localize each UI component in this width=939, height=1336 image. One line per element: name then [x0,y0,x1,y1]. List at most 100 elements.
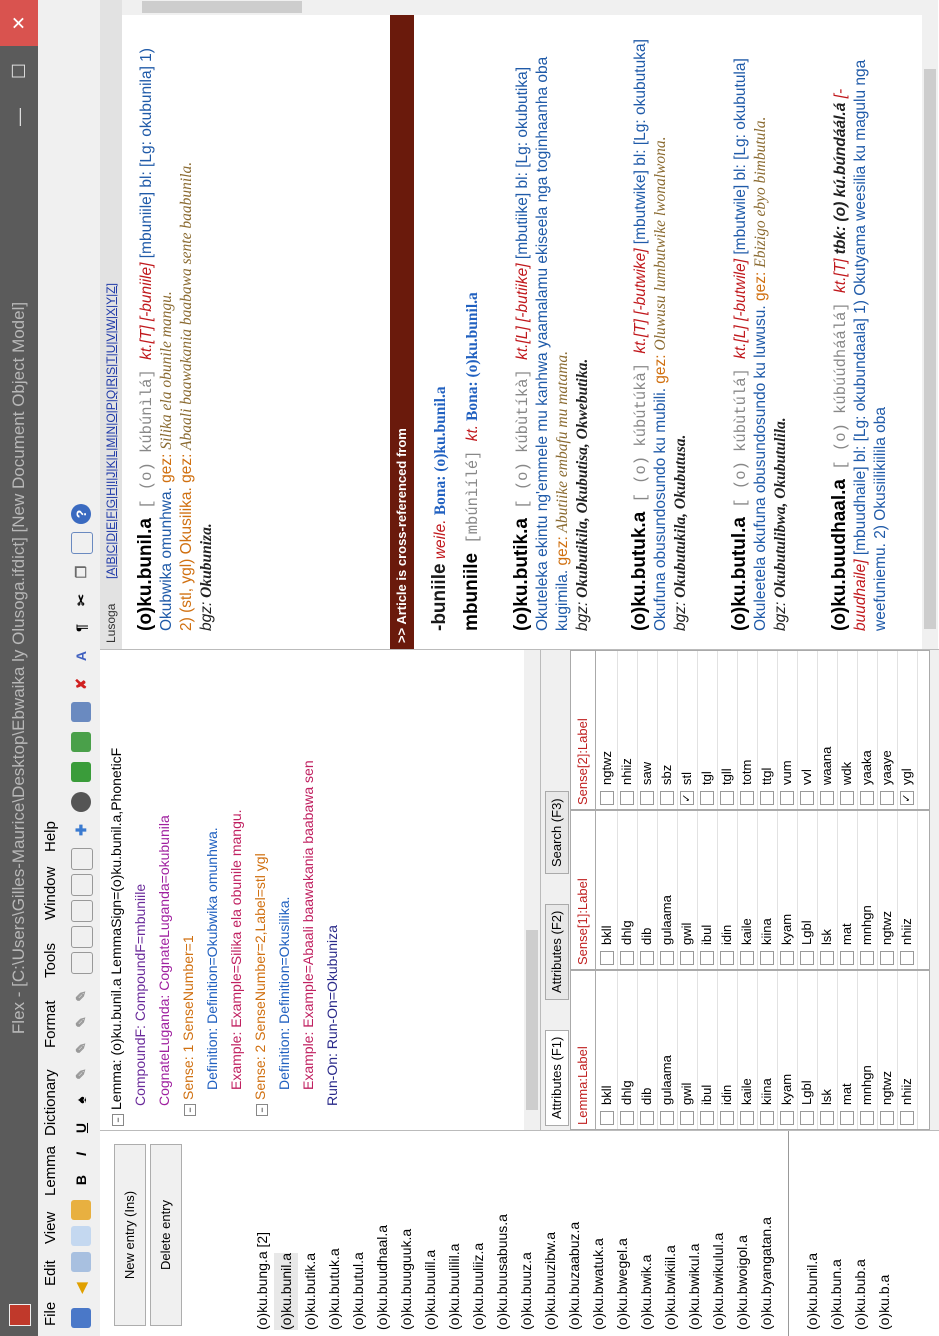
grid-row[interactable]: kyam [777,811,798,969]
row-checkbox[interactable] [820,951,834,965]
entry-list-item[interactable]: (o)ku.bwikiil.a [658,1245,682,1330]
menu-file[interactable]: File [42,1302,59,1326]
entry-list-item[interactable]: (o)ku.buulilil.a [442,1244,466,1330]
row-checkbox[interactable] [840,951,854,965]
menu-dictionary[interactable]: Dictionary [42,1069,59,1136]
plus-icon[interactable]: ✚ [71,820,91,840]
grid-row[interactable]: nhiiz [897,811,918,969]
entry-list-item[interactable]: (o)ku.buuliiz.a [466,1243,490,1330]
row-checkbox[interactable] [640,1111,654,1125]
row-checkbox[interactable] [700,951,714,965]
row-checkbox[interactable] [660,1111,674,1125]
grid-row[interactable]: waana [817,651,838,809]
tree-hscrollbar[interactable] [524,650,540,1130]
binoculars-icon[interactable]: ♠ [71,1090,91,1110]
grid-row[interactable]: bkll [597,971,618,1129]
row-checkbox[interactable] [800,791,814,805]
entry-list-item[interactable]: (o)ku.bwikul.a [682,1244,706,1330]
grid-icon[interactable] [71,1252,91,1272]
grid-row[interactable]: ngtwz [877,971,898,1129]
grid-row[interactable]: idin [717,811,738,969]
grid-row[interactable]: tgl [697,651,718,809]
box5-icon[interactable] [71,848,93,870]
tab-search-f3[interactable]: Search (F3) [545,791,569,874]
row-checkbox[interactable] [640,951,654,965]
delete-entry-button[interactable]: Delete entry [150,1144,182,1326]
tab-attributes-f1[interactable]: Attributes (F1) [545,1029,569,1126]
row-checkbox[interactable] [760,1111,774,1125]
menu-view[interactable]: View [42,1212,59,1244]
grid-row[interactable]: yaaka [857,651,878,809]
entry-list-item[interactable]: (o)ku.bub.a [848,1259,872,1330]
row-checkbox[interactable] [740,791,754,805]
entry-list-item[interactable]: (o)ku.bunil.a [274,1252,298,1330]
grid-row[interactable]: dhlg [617,811,638,969]
grid-row[interactable]: mat [837,811,858,969]
xref-link[interactable]: Bona: (o)ku.bunil.a [464,292,481,425]
grid-row[interactable]: ✓ ygl [897,651,918,809]
menu-format[interactable]: Format [42,1000,59,1048]
row-checkbox[interactable] [900,951,914,965]
row-checkbox[interactable] [620,951,634,965]
grid-row[interactable]: saw [637,651,658,809]
pen3-icon[interactable]: ✎ [71,1012,91,1032]
grid-row[interactable]: ttgl [757,651,778,809]
entry-list-item[interactable]: (o)ku.buuguuk.a [394,1229,418,1330]
entry-list-item[interactable]: (o)ku.byangatan.a [754,1217,778,1330]
grid-row[interactable]: gulaama [657,971,678,1129]
maximize-button[interactable]: ☐ [0,48,38,94]
menu-lemma[interactable]: Lemma [42,1146,59,1196]
book-icon[interactable] [71,1200,91,1220]
row-checkbox[interactable] [700,791,714,805]
row-checkbox[interactable] [740,1111,754,1125]
article-hscrollbar[interactable] [922,0,938,649]
entry-list-item[interactable]: (o)ku.bwoigol.a [730,1235,754,1330]
menu-tools[interactable]: Tools [42,943,59,978]
row-checkbox[interactable] [800,1111,814,1125]
close-button[interactable]: ✕ [0,0,38,46]
grid-row[interactable]: mnhgn [857,811,878,969]
row-checkbox[interactable] [880,791,894,805]
entry-list-item[interactable]: (o)ku.buuz.a [514,1252,538,1330]
row-checkbox[interactable] [660,951,674,965]
article-vscrollbar[interactable] [122,0,922,15]
grid-row[interactable]: tgll [717,651,738,809]
xref-headword[interactable]: mbuniile [461,553,482,631]
grid-row[interactable]: dib [637,971,658,1129]
row-checkbox[interactable] [640,791,654,805]
grid-row[interactable]: lsk [817,811,838,969]
entry-list-item[interactable]: (o)ku.butul.a [346,1252,370,1330]
grid-row[interactable]: gwil [677,971,698,1129]
font-color-icon[interactable]: A [71,646,91,666]
box2-icon[interactable] [71,926,93,948]
grid-row[interactable]: totm [737,651,758,809]
row-checkbox[interactable] [880,1111,894,1125]
grid-row[interactable]: nhiiz [617,651,638,809]
entry-list-item[interactable]: (o)ku.bunil.a [800,1253,824,1330]
row-checkbox[interactable] [840,791,854,805]
row-checkbox[interactable] [860,1111,874,1125]
entry-list-item[interactable]: (o)ku.bwatuk.a [586,1238,610,1330]
entry-list-item[interactable]: (o)ku.buuzibw.a [538,1232,562,1330]
row-checkbox[interactable] [780,791,794,805]
row-checkbox[interactable] [740,951,754,965]
entry-list-item[interactable]: (o)ku.butuk.a [322,1248,346,1330]
grid-row[interactable]: lsk [817,971,838,1129]
row-checkbox[interactable] [760,791,774,805]
help-icon[interactable]: ? [71,504,91,524]
headword[interactable]: (o)ku.bunil.a [135,518,156,631]
new-entry-button[interactable]: New entry (Ins) [114,1144,146,1326]
menu-help[interactable]: Help [42,821,59,852]
entry-list-item[interactable]: (o)ku.butik.a [298,1253,322,1330]
row-checkbox[interactable] [820,1111,834,1125]
grid-row[interactable]: wdk [837,651,858,809]
row-checkbox[interactable] [680,951,694,965]
alphabet-index[interactable]: [A|B|C|D|E|F|G|H|I|J|K|L|M|N|O|P|Q|R|S|T… [100,283,122,579]
row-checkbox[interactable] [720,791,734,805]
row-checkbox[interactable] [680,1111,694,1125]
grid-row[interactable]: yaaye [877,651,898,809]
grid-row[interactable]: ibul [697,971,718,1129]
grid-row[interactable]: kaile [737,811,758,969]
scissors-icon[interactable]: ✂ [71,590,91,610]
row-checkbox[interactable] [880,951,894,965]
